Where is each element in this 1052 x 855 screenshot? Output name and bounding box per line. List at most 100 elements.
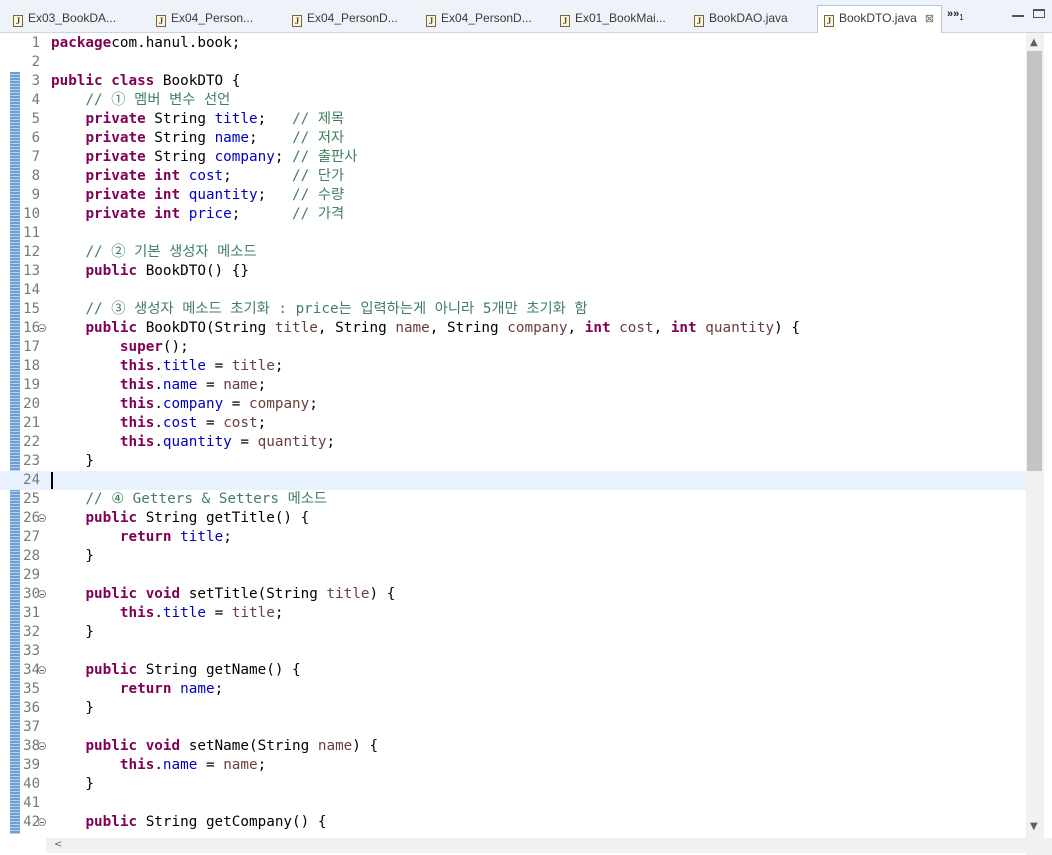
code-token: ; <box>257 187 293 203</box>
code-line[interactable]: 17 super(); <box>0 338 1026 357</box>
code-line[interactable]: 7 private String company; // 출판사 <box>0 148 1026 167</box>
code-line[interactable]: 11 <box>0 224 1026 243</box>
horizontal-scrollbar[interactable]: < <box>46 838 1026 853</box>
code-line[interactable]: 35 return name; <box>0 680 1026 699</box>
code-line[interactable]: 23 } <box>0 452 1026 471</box>
code-line[interactable]: 14 <box>0 281 1026 300</box>
code-line[interactable]: 21 this.cost = cost; <box>0 414 1026 433</box>
code-line[interactable]: 32 } <box>0 623 1026 642</box>
code-token: public void <box>85 586 181 602</box>
code-line[interactable]: 38 public void setName(String name) { <box>0 737 1026 756</box>
editor-tab[interactable]: J BookDTO.java ⊠ <box>817 5 942 33</box>
code-token: title <box>231 605 275 621</box>
code-line[interactable]: 42 public String getCompany() { <box>0 813 1026 832</box>
code-line[interactable]: 4 // ① 멤버 변수 선언 <box>0 91 1026 110</box>
code-token: package <box>51 35 112 51</box>
code-line[interactable]: 26 public String getTitle() { <box>0 509 1026 528</box>
code-line[interactable]: 33 <box>0 642 1026 661</box>
fold-collapse-icon[interactable] <box>38 742 46 750</box>
code-text: this.title = title; <box>51 357 284 376</box>
editor-tab[interactable]: J Ex04_PersonD... <box>286 6 412 32</box>
code-line[interactable]: 9 private int quantity; // 수량 <box>0 186 1026 205</box>
scroll-up-icon[interactable]: ▲ <box>1030 37 1038 48</box>
code-line[interactable]: 37 <box>0 718 1026 737</box>
code-line[interactable]: 19 this.name = name; <box>0 376 1026 395</box>
code-text: public BookDTO(String title, String name… <box>51 319 800 338</box>
vertical-scrollbar[interactable]: ▲ ▼ <box>1026 33 1044 838</box>
code-line[interactable]: 34 public String getName() { <box>0 661 1026 680</box>
code-line[interactable]: 12 // ② 기본 생성자 메소드 <box>0 243 1026 262</box>
maximize-icon[interactable] <box>1033 9 1045 18</box>
code-line[interactable]: 10 private int price; // 가격 <box>0 205 1026 224</box>
code-line[interactable]: 27 return title; <box>0 528 1026 547</box>
code-line[interactable]: 24 <box>0 471 1026 490</box>
code-token: . <box>154 757 163 773</box>
fold-collapse-icon[interactable] <box>38 514 46 522</box>
editor-tab[interactable]: J BookDAO.java <box>688 6 808 32</box>
code-token: name <box>223 377 258 393</box>
code-text: // ④ Getters & Setters 메소드 <box>51 490 327 509</box>
code-line[interactable]: 18 this.title = title; <box>0 357 1026 376</box>
code-token: = <box>197 757 224 773</box>
code-token: private <box>85 130 146 146</box>
code-line[interactable]: 15 // ③ 생성자 메소드 초기화 : price는 입력하는게 아니라 5… <box>0 300 1026 319</box>
code-token: ; <box>223 168 293 184</box>
code-line[interactable]: 25 // ④ Getters & Setters 메소드 <box>0 490 1026 509</box>
close-x-icon[interactable]: ⊠ <box>925 12 934 25</box>
code-line[interactable]: 28 } <box>0 547 1026 566</box>
code-line[interactable]: 16 public BookDTO(String title, String n… <box>0 319 1026 338</box>
code-line[interactable]: 22 this.quantity = quantity; <box>0 433 1026 452</box>
fold-collapse-icon[interactable] <box>38 666 46 674</box>
code-line[interactable]: 41 <box>0 794 1026 813</box>
code-line[interactable]: 40 } <box>0 775 1026 794</box>
code-token: // 제목 <box>292 111 345 127</box>
editor-tab-label: BookDAO.java <box>709 11 788 25</box>
code-line[interactable]: 13 public BookDTO() {} <box>0 262 1026 281</box>
line-number: 6 <box>31 130 40 146</box>
scroll-down-icon[interactable]: ▼ <box>1030 821 1038 832</box>
code-token: private int <box>85 187 181 203</box>
fold-collapse-icon[interactable] <box>38 324 46 332</box>
code-line[interactable]: 39 this.name = name; <box>0 756 1026 775</box>
code-line[interactable]: 5 private String title; // 제목 <box>0 110 1026 129</box>
minimize-icon[interactable] <box>1012 11 1024 17</box>
code-token: name <box>180 681 215 697</box>
code-token: setTitle(String <box>180 586 327 602</box>
code-line[interactable]: 2 <box>0 53 1026 72</box>
code-line[interactable]: 20 this.company = company; <box>0 395 1026 414</box>
code-token: ; <box>274 149 293 165</box>
editor-tab[interactable]: J Ex03_BookDA... <box>7 6 135 32</box>
tab-overflow-button[interactable]: »»1 <box>947 8 964 22</box>
fold-collapse-icon[interactable] <box>38 818 46 826</box>
code-text: } <box>51 452 94 471</box>
code-token: BookDTO { <box>154 73 241 89</box>
code-line[interactable]: 30 public void setTitle(String title) { <box>0 585 1026 604</box>
vertical-scroll-thumb[interactable] <box>1027 51 1042 471</box>
code-token: String <box>145 149 215 165</box>
code-line[interactable]: 1 packagecom.hanul.book; <box>0 34 1026 53</box>
code-token: . <box>154 396 163 412</box>
scrollbar-corner <box>1026 838 1052 855</box>
code-token: title <box>326 586 370 602</box>
editor-tab[interactable]: J Ex04_PersonD... <box>420 6 546 32</box>
code-line[interactable]: 6 private String name; // 저자 <box>0 129 1026 148</box>
code-line[interactable]: 31 this.title = title; <box>0 604 1026 623</box>
code-editor[interactable]: 1 packagecom.hanul.book; 2 3 public class Bo… <box>0 33 1026 838</box>
code-line[interactable]: 3 public class BookDTO { <box>0 72 1026 91</box>
code-line[interactable]: 36 } <box>0 699 1026 718</box>
fold-collapse-icon[interactable] <box>38 590 46 598</box>
scroll-left-icon[interactable]: < <box>54 839 62 850</box>
code-token: private <box>85 111 146 127</box>
code-text: } <box>51 623 94 642</box>
editor-tab[interactable]: J Ex01_BookMai... <box>554 6 680 32</box>
code-text: public class BookDTO { <box>51 72 240 91</box>
code-line[interactable]: 29 <box>0 566 1026 585</box>
line-number: 15 <box>23 301 40 317</box>
editor-tab[interactable]: J Ex04_Person... <box>150 6 276 32</box>
code-line[interactable]: 8 private int cost; // 단가 <box>0 167 1026 186</box>
